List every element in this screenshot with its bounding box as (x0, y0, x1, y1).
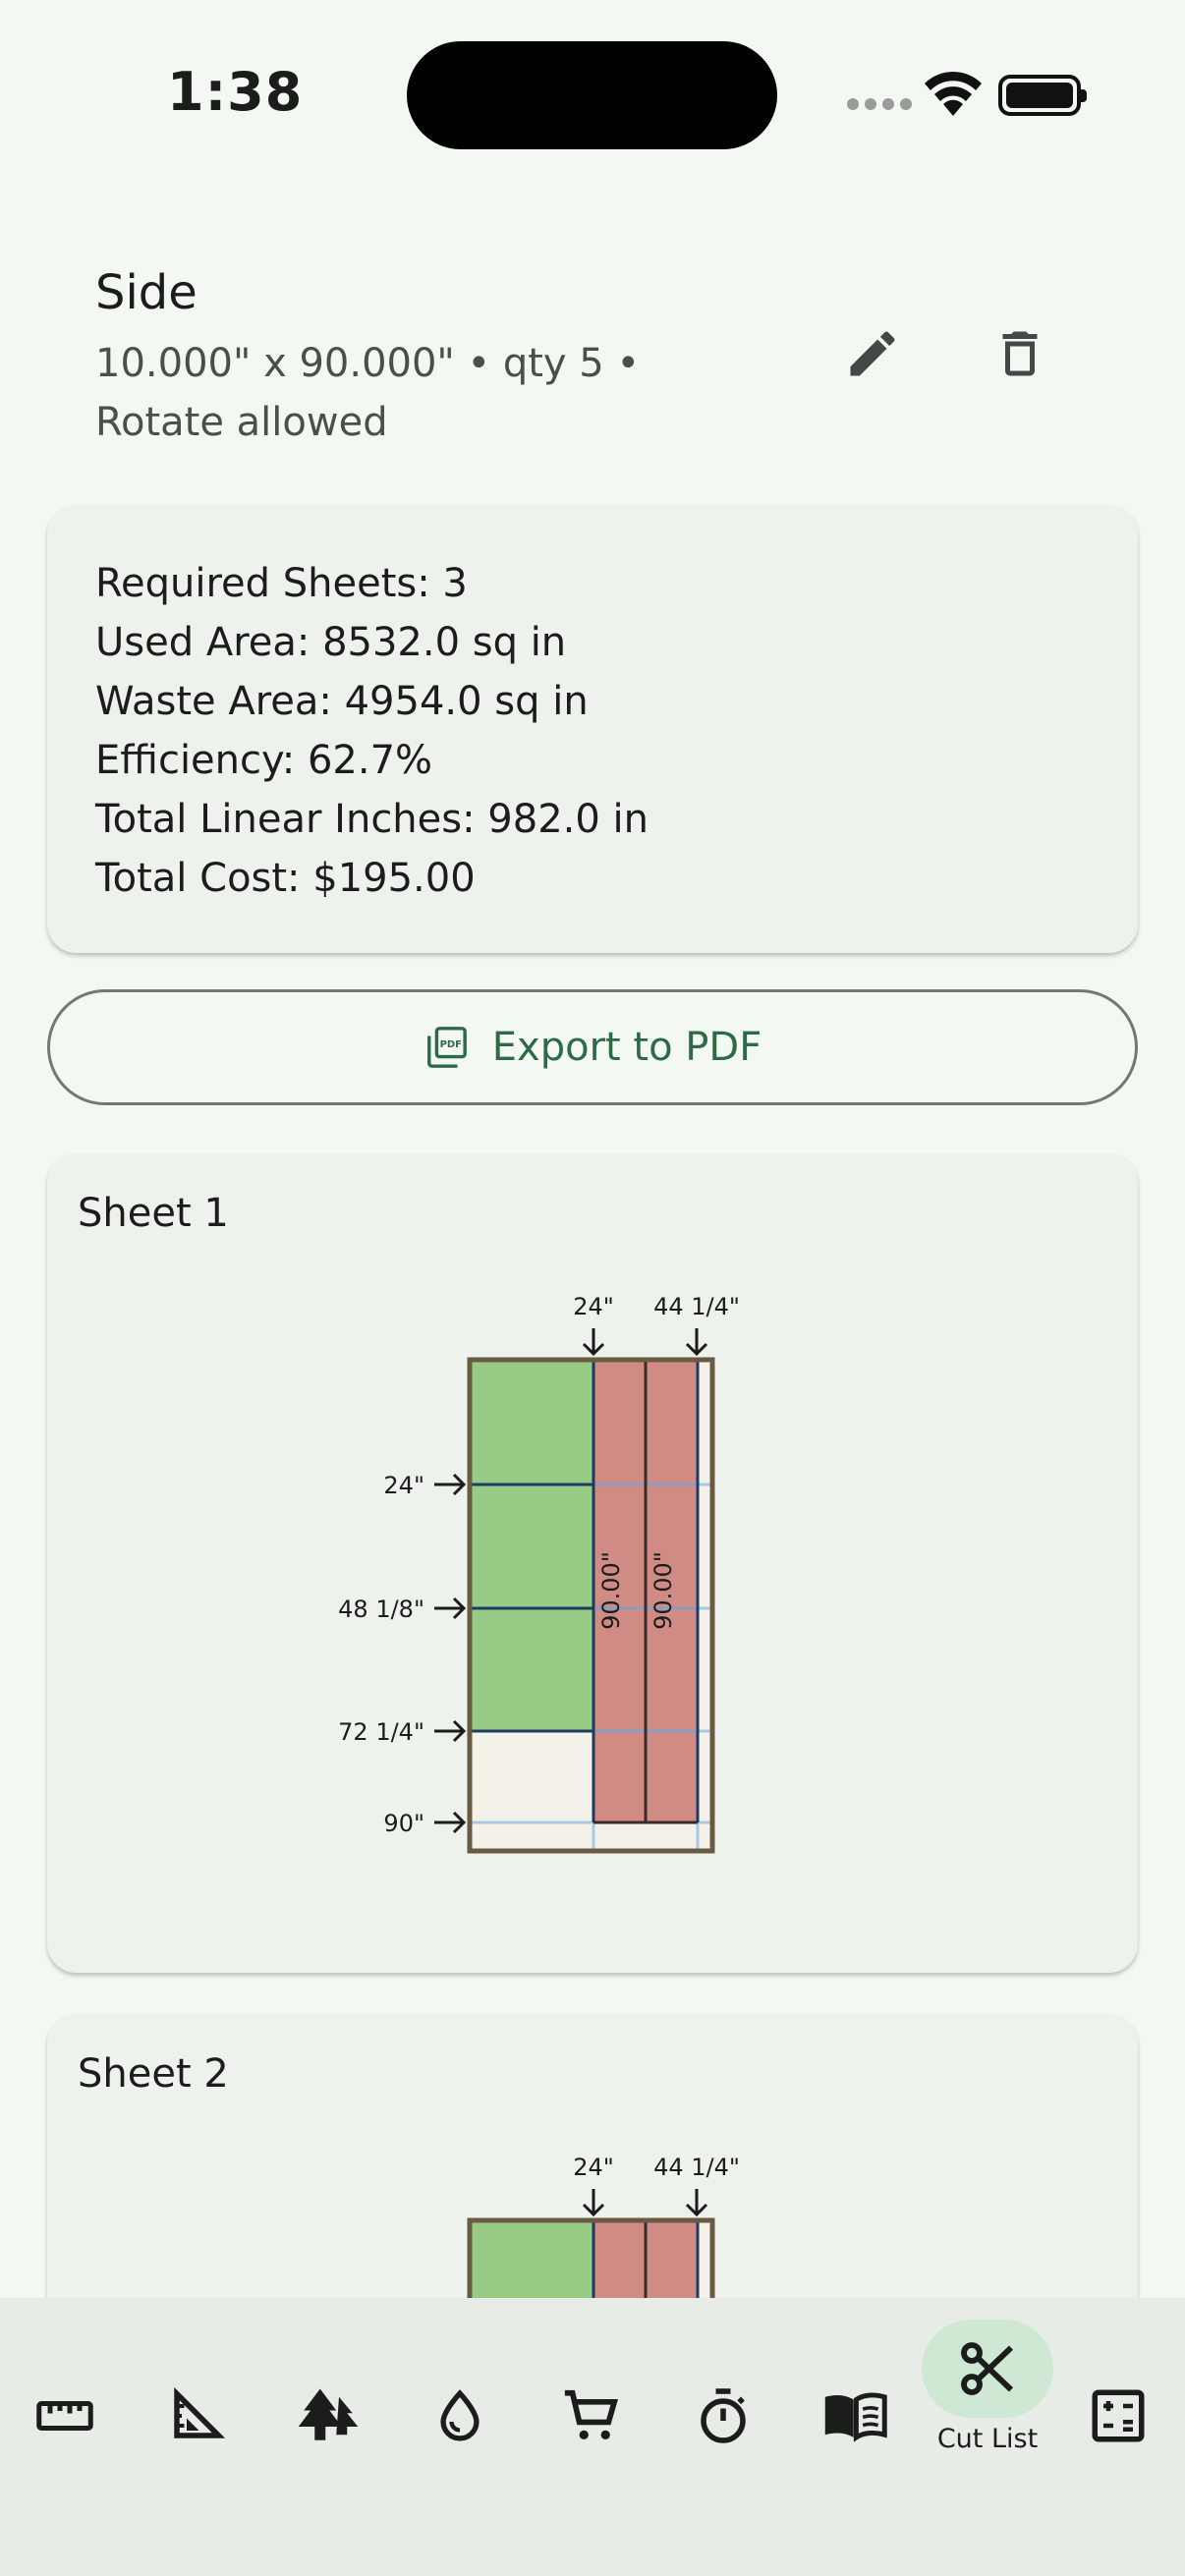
part-green (470, 1360, 593, 1731)
sheet-layout-diagram: 24" 44 1/4" 24" 48 1/8" 72 1/4" 90" 90.0… (338, 1293, 740, 1854)
top-mark: 24" (573, 1293, 614, 1320)
trash-icon (1002, 331, 1038, 376)
wifi-icon (925, 71, 982, 116)
strip-label: 90.00" (597, 1551, 625, 1630)
pencil-icon (850, 331, 895, 376)
status-time: 1:38 (167, 61, 304, 123)
part-description: 10.000" x 90.000" • qty 5 • Rotate allow… (95, 334, 705, 452)
stopwatch-icon (701, 2388, 746, 2443)
nav-timer[interactable] (684, 2377, 762, 2455)
side-mark: 48 1/8" (338, 1596, 424, 1623)
nav-calculator[interactable] (1079, 2377, 1157, 2455)
set-square-icon (174, 2386, 226, 2438)
side-mark: 24" (383, 1472, 424, 1499)
cut-list-screen: 1:38 Side 10.000" x 90.000" • qty 5 • Ro… (0, 0, 1185, 2576)
cart-icon (564, 2389, 619, 2440)
nav-square[interactable] (157, 2377, 236, 2455)
nav-finish[interactable] (421, 2377, 499, 2455)
sheet-card: Sheet 1 24" 44 1/4" 24" 48 1/8" 72 1/4" … (47, 1153, 1138, 1973)
side-mark: 72 1/4" (338, 1718, 424, 1746)
scissors-icon (961, 2342, 1014, 2395)
calculator-icon (1092, 2389, 1145, 2442)
part-name: Side (95, 265, 198, 320)
nav-wood[interactable] (289, 2377, 367, 2455)
top-mark: 24" (573, 2154, 614, 2181)
trees-icon (298, 2388, 359, 2440)
nav-cut-list[interactable] (922, 2320, 1053, 2418)
required-sheets: Required Sheets: 3 (95, 561, 468, 606)
efficiency: Efficiency: 62.7% (95, 738, 433, 783)
nav-shopping[interactable] (552, 2377, 631, 2455)
export-pdf-button[interactable]: PDF Export to PDF (47, 989, 1138, 1105)
summary-card: Required Sheets: 3 Used Area: 8532.0 sq … (47, 505, 1138, 953)
dynamic-island (407, 41, 777, 149)
pdf-icon: PDF (426, 1027, 467, 1068)
water-drop-icon (440, 2389, 480, 2441)
bottom-navigation: Cut List (0, 2298, 1185, 2576)
nav-cut-list-label: Cut List (936, 2424, 1039, 2454)
waste-area: Waste Area: 4954.0 sq in (95, 679, 589, 724)
delete-part-button[interactable] (981, 314, 1059, 393)
cellular-signal-icon (847, 98, 912, 110)
total-linear-inches: Total Linear Inches: 982.0 in (95, 797, 649, 842)
side-mark: 90" (383, 1810, 424, 1837)
top-mark: 44 1/4" (653, 2154, 740, 2181)
edit-part-button[interactable] (833, 314, 912, 393)
ruler-icon (36, 2401, 93, 2431)
part-rotate: Rotate allowed (95, 400, 388, 445)
battery-icon (998, 75, 1087, 116)
part-dimensions: 10.000" x 90.000" • qty 5 • (95, 341, 641, 386)
strip-label: 90.00" (649, 1551, 677, 1630)
nav-ruler[interactable] (26, 2377, 104, 2455)
export-pdf-label: Export to PDF (491, 1025, 762, 1070)
top-mark: 44 1/4" (653, 1293, 740, 1320)
svg-text:PDF: PDF (439, 1039, 461, 1050)
used-area: Used Area: 8532.0 sq in (95, 620, 567, 665)
total-cost: Total Cost: $195.00 (95, 856, 476, 901)
